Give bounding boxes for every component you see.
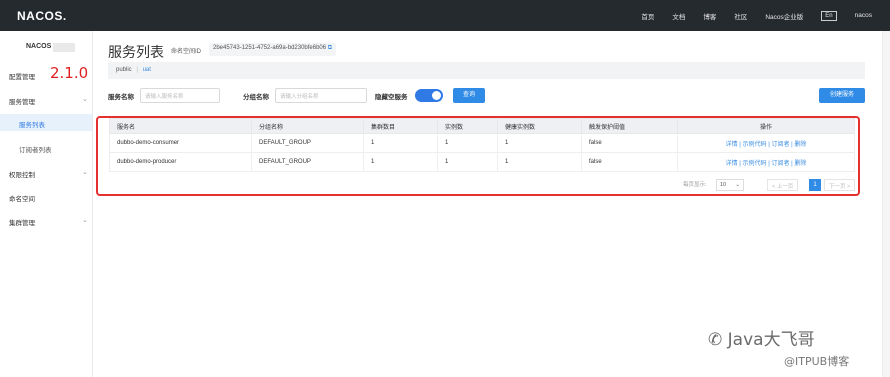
- chevron-down-icon: ⌄: [82, 169, 88, 176]
- sidebar-item-service-list[interactable]: 服务列表: [19, 119, 45, 129]
- top-nav: 首页 文档 博客 社区 Nacos企业版 En nacos: [623, 0, 872, 31]
- version-annotation: 2.1.0: [50, 64, 89, 82]
- sidebar-item-namespace[interactable]: 命名空间: [9, 193, 35, 203]
- wechat-icon: ✆: [708, 330, 723, 350]
- nav-enterprise[interactable]: Nacos企业版: [765, 11, 803, 21]
- nav-docs[interactable]: 文档: [672, 11, 685, 21]
- query-button[interactable]: 查询: [453, 88, 485, 103]
- nacos-logo[interactable]: NACOS.: [17, 9, 67, 23]
- copy-icon[interactable]: ⧉: [328, 45, 332, 51]
- sidebar-item-cluster[interactable]: 集群管理: [9, 217, 35, 227]
- highlight-annotation-box: [96, 116, 860, 196]
- chevron-down-icon: ⌄: [82, 96, 88, 103]
- namespace-id: 2be45743-1251-4752-a69a-bd230bfe6b06: [213, 45, 327, 51]
- hide-empty-label: 隐藏空服务: [375, 94, 408, 101]
- group-name-input[interactable]: 请输入分组名称: [275, 88, 367, 103]
- user-menu[interactable]: nacos: [855, 12, 872, 19]
- blurred-version-area: [53, 43, 75, 52]
- chevron-down-icon: ⌄: [82, 217, 88, 224]
- hide-empty-toggle[interactable]: [415, 89, 443, 102]
- nav-blog[interactable]: 博客: [703, 11, 716, 21]
- namespace-label: 命名空间ID: [171, 49, 202, 55]
- sidebar: NACOS 配置管理 服务管理 ⌄ 服务列表 订阅者列表 权限控制 ⌄ 命名空间…: [0, 31, 93, 377]
- service-name-label: 服务名称: [108, 94, 134, 101]
- sidebar-item-subscribers[interactable]: 订阅者列表: [19, 144, 52, 154]
- sidebar-title: NACOS: [26, 43, 52, 50]
- wechat-watermark: ✆ Java大飞哥: [708, 325, 815, 350]
- sidebar-active-bg: [0, 114, 92, 131]
- namespace-tab-separator: |: [136, 67, 138, 73]
- namespace-tab-uat[interactable]: uat: [143, 67, 151, 73]
- namespace-id-badge: 2be45743-1251-4752-a69a-bd230bfe6b06 ⧉: [209, 43, 337, 56]
- sidebar-item-auth[interactable]: 权限控制: [9, 169, 35, 179]
- scrollbar[interactable]: [882, 31, 890, 377]
- nav-community[interactable]: 社区: [734, 11, 747, 21]
- group-name-label: 分组名称: [243, 94, 269, 101]
- sidebar-item-service-mgmt[interactable]: 服务管理: [9, 96, 35, 106]
- language-switch[interactable]: En: [821, 10, 837, 21]
- service-name-input[interactable]: 请输入服务名称: [140, 88, 220, 103]
- top-navbar: NACOS. 首页 文档 博客 社区 Nacos企业版 En nacos: [0, 0, 890, 31]
- nav-home[interactable]: 首页: [641, 11, 654, 21]
- sidebar-item-config[interactable]: 配置管理: [9, 71, 35, 81]
- watermark-text: Java大飞哥: [727, 330, 815, 350]
- namespace-tabs: public | uat: [108, 62, 865, 79]
- page-title: 服务列表: [108, 44, 164, 60]
- namespace-tab-public[interactable]: public: [116, 67, 132, 73]
- itpub-watermark: @ITPUB博客: [784, 355, 850, 368]
- create-service-button[interactable]: 创建服务: [819, 88, 865, 103]
